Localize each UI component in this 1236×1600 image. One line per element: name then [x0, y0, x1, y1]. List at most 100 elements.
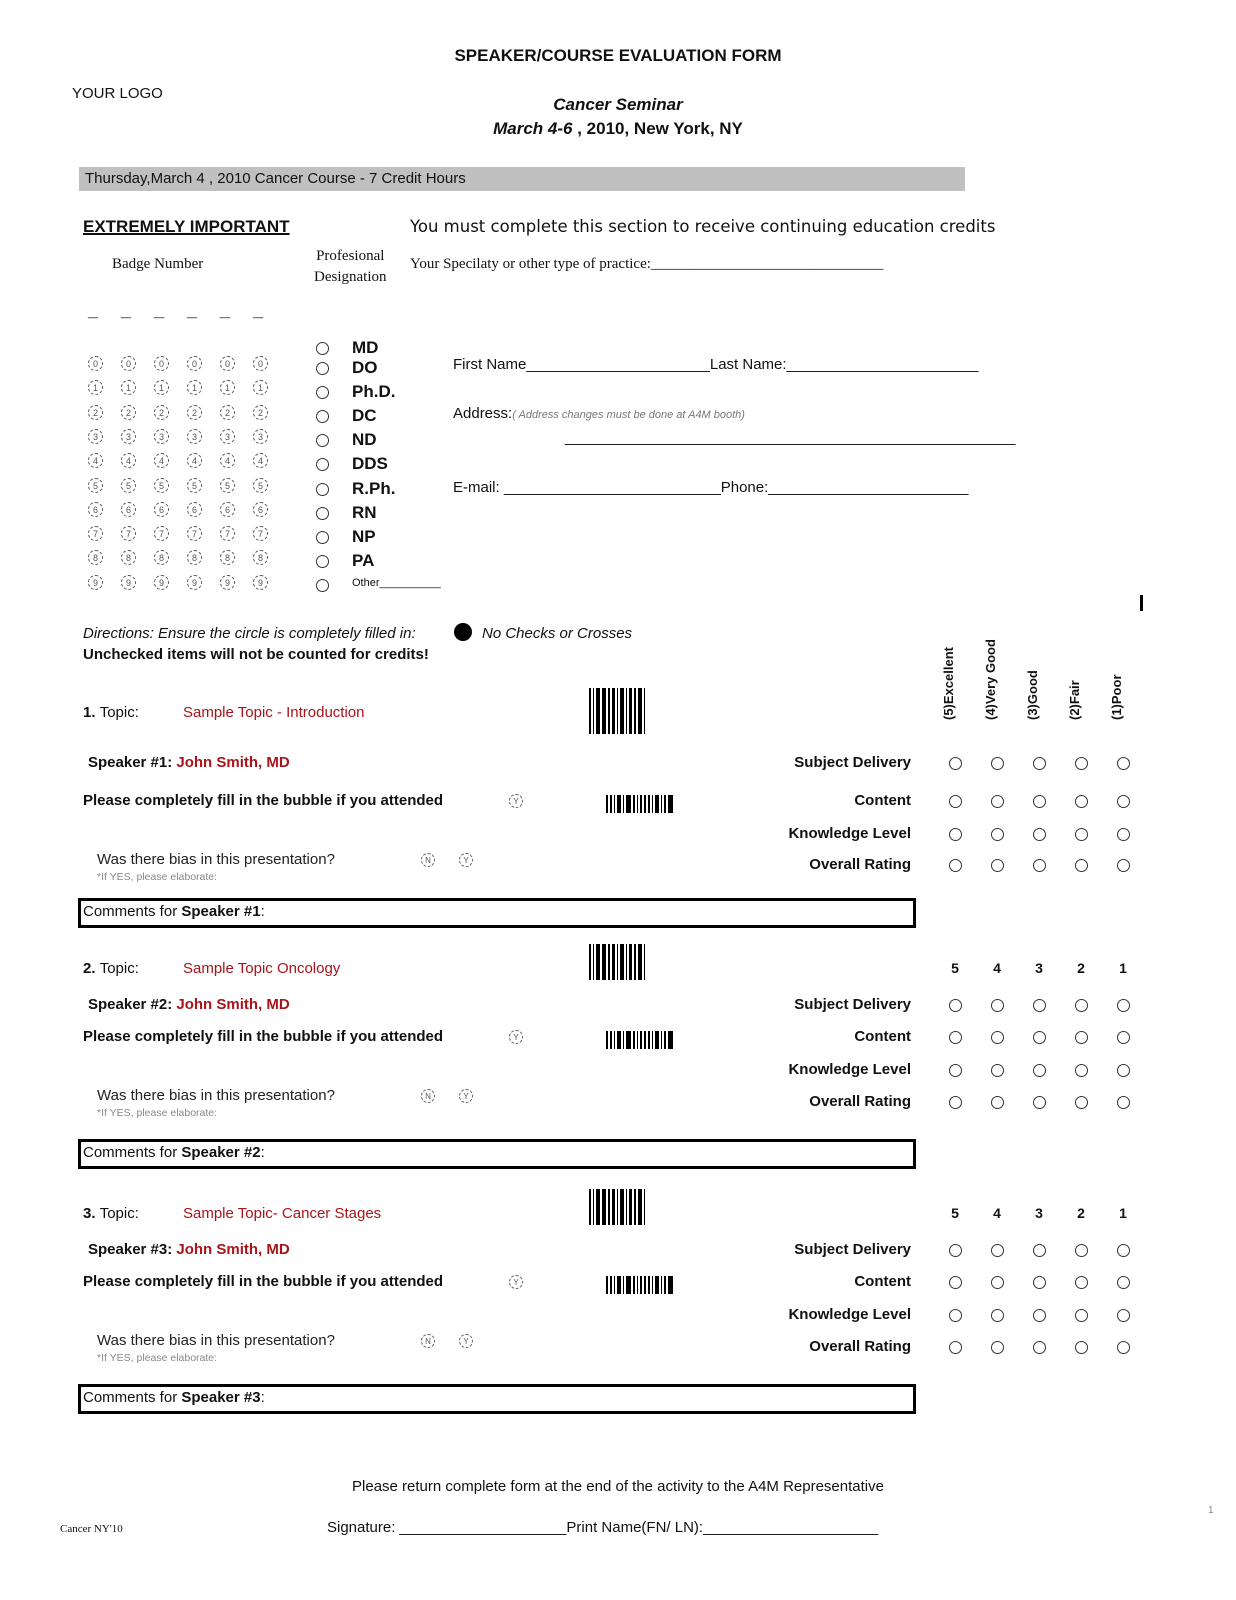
designation-other-field[interactable]: Other__________: [352, 577, 441, 589]
badge-digit-slot[interactable]: _: [253, 300, 263, 321]
badge-digit-bubble[interactable]: 4: [154, 453, 169, 469]
rating-radio[interactable]: [1033, 1244, 1046, 1257]
badge-digit-slot[interactable]: _: [121, 300, 131, 321]
specialty-field[interactable]: Your Specilaty or other type of practice…: [410, 256, 883, 273]
designation-radio[interactable]: [316, 342, 329, 355]
badge-digit-bubble[interactable]: 6: [154, 501, 169, 517]
rating-radio[interactable]: [1075, 1064, 1088, 1077]
rating-radio[interactable]: [949, 795, 962, 808]
badge-digit-bubble[interactable]: 6: [220, 501, 235, 517]
badge-digit-bubble[interactable]: 7: [154, 526, 169, 542]
badge-digit-bubble[interactable]: 3: [187, 428, 202, 444]
badge-digit-bubble[interactable]: 7: [220, 526, 235, 542]
badge-digit-bubble[interactable]: 2: [253, 404, 268, 420]
badge-digit-bubble[interactable]: 9: [88, 574, 103, 590]
comments-box[interactable]: Comments for Speaker #1:: [78, 898, 916, 928]
rating-radio[interactable]: [1117, 828, 1130, 841]
badge-digit-bubble[interactable]: 9: [220, 574, 235, 590]
rating-radio[interactable]: [949, 757, 962, 770]
badge-digit-slot[interactable]: _: [187, 300, 197, 321]
badge-digit-bubble[interactable]: 2: [154, 404, 169, 420]
rating-radio[interactable]: [991, 1244, 1004, 1257]
badge-digit-bubble[interactable]: 2: [220, 404, 235, 420]
rating-radio[interactable]: [1033, 859, 1046, 872]
badge-digit-bubble[interactable]: 0: [121, 356, 136, 371]
address-line[interactable]: ________________________________________…: [565, 429, 1015, 446]
rating-radio[interactable]: [1117, 1064, 1130, 1077]
rating-radio[interactable]: [1117, 1031, 1130, 1044]
badge-digit-bubble[interactable]: 1: [187, 380, 202, 396]
badge-digit-bubble[interactable]: 7: [88, 526, 103, 542]
designation-radio-other[interactable]: [316, 579, 329, 592]
rating-radio[interactable]: [949, 1244, 962, 1257]
rating-radio[interactable]: [1117, 1096, 1130, 1109]
badge-digit-bubble[interactable]: 5: [121, 477, 136, 493]
rating-radio[interactable]: [1075, 1309, 1088, 1322]
rating-radio[interactable]: [949, 1276, 962, 1289]
rating-radio[interactable]: [949, 1096, 962, 1109]
rating-radio[interactable]: [1033, 757, 1046, 770]
badge-digit-bubble[interactable]: 8: [121, 550, 136, 566]
badge-digit-bubble[interactable]: 3: [220, 428, 235, 444]
badge-digit-bubble[interactable]: 5: [154, 477, 169, 493]
rating-radio[interactable]: [949, 1031, 962, 1044]
designation-radio[interactable]: [316, 507, 329, 520]
badge-digit-bubble[interactable]: 5: [187, 477, 202, 493]
badge-digit-bubble[interactable]: 7: [187, 526, 202, 542]
address-field[interactable]: Address:( Address changes must be done a…: [453, 405, 745, 422]
badge-digit-bubble[interactable]: 0: [187, 356, 202, 371]
rating-radio[interactable]: [1075, 1096, 1088, 1109]
name-fields[interactable]: First Name______________________Last Nam…: [453, 356, 978, 373]
rating-radio[interactable]: [991, 1096, 1004, 1109]
badge-digit-bubble[interactable]: 4: [88, 453, 103, 469]
designation-radio[interactable]: [316, 483, 329, 496]
badge-digit-bubble[interactable]: 7: [253, 526, 268, 542]
comments-box[interactable]: Comments for Speaker #3:: [78, 1384, 916, 1414]
badge-digit-bubble[interactable]: 2: [187, 404, 202, 420]
rating-radio[interactable]: [1075, 757, 1088, 770]
rating-radio[interactable]: [1075, 795, 1088, 808]
rating-radio[interactable]: [1075, 828, 1088, 841]
rating-radio[interactable]: [1075, 999, 1088, 1012]
rating-radio[interactable]: [1117, 999, 1130, 1012]
badge-digit-bubble[interactable]: 9: [154, 574, 169, 590]
badge-digit-bubble[interactable]: 8: [220, 550, 235, 566]
rating-radio[interactable]: [1117, 1341, 1130, 1354]
badge-digit-bubble[interactable]: 4: [187, 453, 202, 469]
rating-radio[interactable]: [1117, 1276, 1130, 1289]
rating-radio[interactable]: [949, 1064, 962, 1077]
designation-radio[interactable]: [316, 410, 329, 423]
rating-radio[interactable]: [991, 795, 1004, 808]
bias-no-bubble[interactable]: N: [421, 1334, 435, 1348]
badge-digit-bubble[interactable]: 9: [253, 574, 268, 590]
designation-radio[interactable]: [316, 555, 329, 568]
badge-digit-bubble[interactable]: 1: [253, 380, 268, 396]
rating-radio[interactable]: [991, 1031, 1004, 1044]
badge-digit-bubble[interactable]: 5: [220, 477, 235, 493]
badge-digit-bubble[interactable]: 0: [154, 356, 169, 371]
rating-radio[interactable]: [949, 859, 962, 872]
bias-no-bubble[interactable]: N: [421, 1089, 435, 1103]
rating-radio[interactable]: [991, 828, 1004, 841]
designation-radio[interactable]: [316, 434, 329, 447]
badge-digit-bubble[interactable]: 2: [88, 404, 103, 420]
rating-radio[interactable]: [1033, 1064, 1046, 1077]
rating-radio[interactable]: [1033, 828, 1046, 841]
badge-digit-bubble[interactable]: 3: [121, 428, 136, 444]
bias-yes-bubble[interactable]: Y: [459, 853, 473, 867]
rating-radio[interactable]: [949, 828, 962, 841]
designation-radio[interactable]: [316, 386, 329, 399]
badge-digit-bubble[interactable]: 6: [88, 501, 103, 517]
email-phone-fields[interactable]: E-mail: __________________________Phone:…: [453, 479, 969, 496]
bias-no-bubble[interactable]: N: [421, 853, 435, 867]
rating-radio[interactable]: [991, 1309, 1004, 1322]
badge-digit-bubble[interactable]: 5: [253, 477, 268, 493]
rating-radio[interactable]: [991, 1276, 1004, 1289]
badge-digit-bubble[interactable]: 3: [88, 428, 103, 444]
rating-radio[interactable]: [1033, 1309, 1046, 1322]
rating-radio[interactable]: [1033, 999, 1046, 1012]
badge-digit-bubble[interactable]: 0: [220, 356, 235, 371]
badge-digit-bubble[interactable]: 1: [121, 380, 136, 396]
badge-digit-bubble[interactable]: 0: [253, 356, 268, 371]
rating-radio[interactable]: [1033, 795, 1046, 808]
